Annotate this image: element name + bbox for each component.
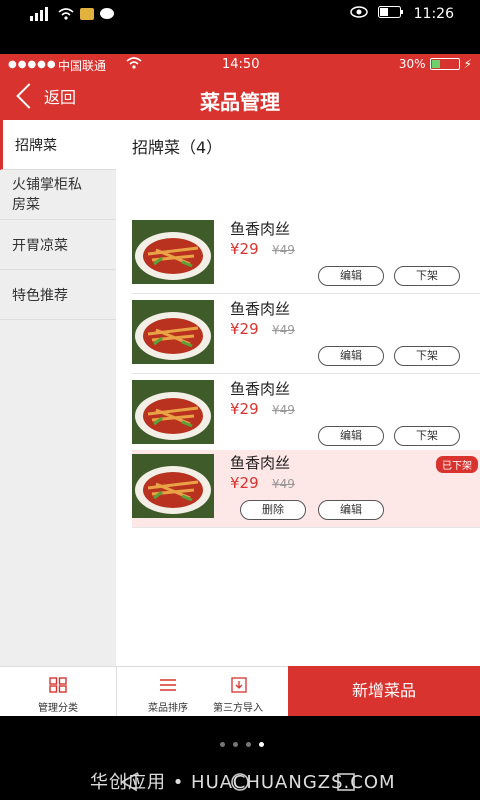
- dish-list-panel: 招牌菜（4） 鱼香肉丝 ¥29 ¥49 编辑 下架 鱼香肉丝 ¥29 ¥49 编…: [116, 120, 480, 666]
- notification-icon: [80, 8, 94, 24]
- dish-name: 鱼香肉丝: [230, 220, 291, 238]
- dish-image: [132, 300, 214, 364]
- sidebar-item-cold-dishes[interactable]: 开胃凉菜: [0, 220, 116, 270]
- delete-button[interactable]: 删除: [240, 500, 306, 520]
- system-nav-bar: 华创应用 • HUACHUANGZS.COM: [0, 716, 480, 800]
- edit-button[interactable]: 编辑: [318, 500, 384, 520]
- offline-badge: 已下架: [436, 456, 478, 473]
- tab-label: 菜品排序: [148, 703, 188, 714]
- page-title: 菜品管理: [200, 90, 280, 114]
- dish-old-price: ¥49: [272, 477, 295, 491]
- page-dot: [246, 742, 251, 747]
- battery-indicator: 30% ⚡: [399, 57, 472, 71]
- page-dot: [233, 742, 238, 747]
- manage-category-tab[interactable]: 管理分类: [0, 667, 117, 716]
- battery-percent: 30%: [398, 57, 426, 71]
- sidebar-item-private[interactable]: 火铺掌柜私房菜: [0, 170, 116, 220]
- wifi-icon: [58, 7, 74, 25]
- dish-old-price: ¥49: [272, 243, 295, 257]
- top-gap: [0, 32, 480, 54]
- signal-icon: [30, 7, 52, 25]
- page-indicator: [220, 742, 264, 747]
- wifi-icon: [126, 56, 142, 73]
- import-icon: [229, 677, 247, 693]
- add-dish-button[interactable]: 新增菜品: [288, 666, 480, 716]
- dish-name: 鱼香肉丝: [230, 380, 291, 398]
- status-time: 14:50: [222, 57, 260, 72]
- dish-price: ¥29: [230, 400, 259, 418]
- edit-button[interactable]: 编辑: [318, 266, 384, 286]
- edit-button[interactable]: 编辑: [318, 426, 384, 446]
- take-down-button[interactable]: 下架: [394, 346, 460, 366]
- charging-icon: ⚡: [463, 57, 472, 71]
- battery-icon: [377, 6, 404, 22]
- dish-price: ¥29: [230, 474, 259, 492]
- message-icon: [100, 8, 114, 24]
- battery-fill: [431, 60, 440, 68]
- grid-icon: [49, 677, 67, 693]
- page-dot: [220, 742, 225, 747]
- sidebar-item-label: 开胃凉菜: [12, 237, 68, 254]
- sidebar-item-signature[interactable]: 招牌菜: [0, 120, 116, 170]
- battery-icon: [429, 58, 460, 70]
- carrier-label: 中国联通: [58, 59, 107, 73]
- eye-icon: [349, 6, 368, 22]
- signal-dots-icon: ●●●●●: [8, 59, 57, 70]
- dish-item-offline[interactable]: 鱼香肉丝 ¥29 ¥49 已下架 删除 编辑: [132, 450, 480, 528]
- sidebar-item-label: 特色推荐: [12, 287, 68, 304]
- app-screen: ●●●●● 中国联通 14:50 30% ⚡ 返回 菜品管理 招牌菜 火铺掌柜私…: [0, 54, 480, 716]
- dish-item[interactable]: 鱼香肉丝 ¥29 ¥49 编辑 下架: [132, 376, 480, 454]
- dish-image: [132, 220, 214, 284]
- dish-item[interactable]: 鱼香肉丝 ¥29 ¥49 编辑 下架: [132, 216, 480, 294]
- sort-dishes-tab[interactable]: 菜品排序: [130, 667, 206, 716]
- edit-button[interactable]: 编辑: [318, 346, 384, 366]
- category-sidebar: 招牌菜 火铺掌柜私房菜 开胃凉菜 特色推荐: [0, 120, 116, 666]
- dish-item[interactable]: 鱼香肉丝 ¥29 ¥49 编辑 下架: [132, 296, 480, 374]
- sidebar-item-recommended[interactable]: 特色推荐: [0, 270, 116, 320]
- tab-label: 第三方导入: [213, 703, 263, 714]
- system-time: 11:26: [413, 6, 454, 22]
- dish-image: [132, 454, 214, 518]
- watermark-text: 华创应用 • HUACHUANGZS.COM: [90, 772, 396, 793]
- tab-label: 管理分类: [38, 703, 78, 714]
- dish-old-price: ¥49: [272, 403, 295, 417]
- third-party-import-tab[interactable]: 第三方导入: [206, 667, 270, 716]
- page-dot-active: [259, 742, 264, 747]
- dish-old-price: ¥49: [272, 323, 295, 337]
- system-status-bar: 11:26: [0, 0, 480, 32]
- section-title: 招牌菜（4）: [132, 138, 223, 157]
- nav-header: 返回 菜品管理: [0, 76, 480, 120]
- dish-price: ¥29: [230, 320, 259, 338]
- list-icon: [159, 677, 177, 693]
- dish-name: 鱼香肉丝: [230, 454, 291, 472]
- sidebar-item-label: 招牌菜: [15, 137, 57, 154]
- app-status-bar: ●●●●● 中国联通 14:50 30% ⚡: [0, 54, 480, 76]
- take-down-button[interactable]: 下架: [394, 266, 460, 286]
- take-down-button[interactable]: 下架: [394, 426, 460, 446]
- dish-name: 鱼香肉丝: [230, 300, 291, 318]
- dish-image: [132, 380, 214, 444]
- dish-price: ¥29: [230, 240, 259, 258]
- sidebar-item-label: 火铺掌柜私房菜: [12, 176, 82, 213]
